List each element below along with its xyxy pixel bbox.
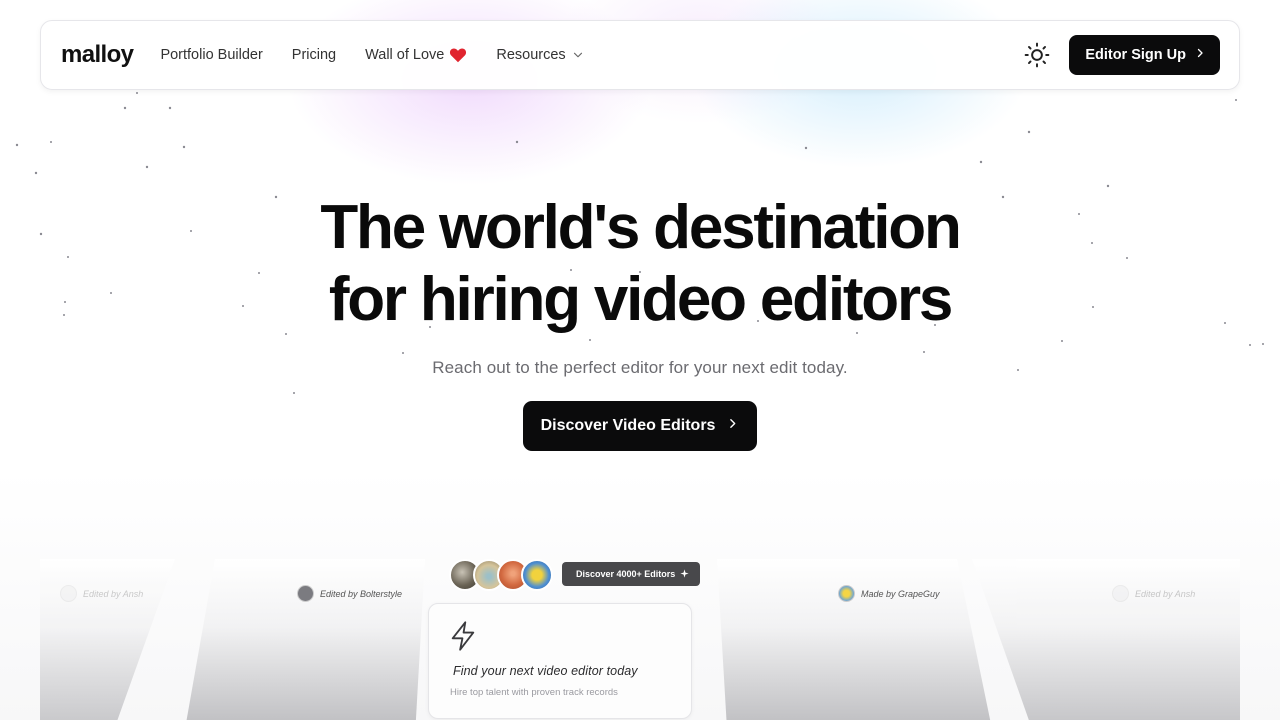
panel-credit: Edited by Bolterstyle (297, 585, 402, 602)
nav-link-label: Pricing (291, 47, 337, 63)
editor-sign-up-label: Editor Sign Up (1085, 47, 1186, 63)
find-editor-title: Find your next video editor today (453, 664, 638, 678)
chevron-right-icon (1194, 47, 1206, 63)
showcase-panel[interactable]: Made by GrapeGuy (717, 559, 992, 720)
avatar (60, 585, 77, 602)
showcase-panel[interactable]: Edited by Bolterstyle (185, 559, 425, 720)
heart-icon (449, 47, 467, 63)
find-editor-card[interactable]: Find your next video editor today Hire t… (428, 603, 692, 719)
panel-credit-label: Edited by Ansh (83, 588, 144, 599)
sun-icon[interactable] (1023, 41, 1051, 69)
discover-editors-badge[interactable]: Discover 4000+ Editors (562, 562, 701, 586)
avatar (521, 559, 553, 591)
editor-avatar-group (449, 559, 553, 591)
hero-title: The world's destination for hiring video… (0, 192, 1280, 336)
find-editor-subtitle: Hire top talent with proven track record… (450, 687, 618, 698)
panel-credit: Edited by Ansh (1112, 585, 1195, 602)
panel-credit: Made by GrapeGuy (838, 585, 940, 602)
avatar (838, 585, 855, 602)
chevron-right-icon (726, 417, 739, 435)
nav-link-label: Wall of Love (365, 47, 445, 63)
nav-link-portfolio-builder[interactable]: Portfolio Builder (160, 47, 262, 63)
showcase-panel[interactable]: Edited by Ansh (40, 559, 175, 720)
nav-link-label: Portfolio Builder (160, 47, 263, 63)
bolt-icon (449, 620, 477, 657)
panel-credit: Edited by Ansh (60, 585, 143, 602)
showcase-panel[interactable]: Edited by Ansh (972, 559, 1240, 720)
avatar (1112, 585, 1129, 602)
avatar (297, 585, 314, 602)
discover-video-editors-button[interactable]: Discover Video Editors (523, 401, 757, 451)
panel-credit-label: Edited by Ansh (1135, 588, 1196, 599)
discover-editors-label: Discover 4000+ Editors (576, 569, 676, 579)
editor-showcase: Edited by Ansh Edited by Bolterstyle Dis… (40, 555, 1240, 720)
showcase-center: Discover 4000+ Editors Find your next vi… (425, 555, 705, 720)
discover-video-editors-label: Discover Video Editors (540, 417, 716, 434)
hero-title-line-2: for hiring video editors (328, 265, 954, 334)
nav-link-label: Resources (496, 47, 566, 63)
hero-title-line-1: The world's destination (320, 193, 962, 262)
nav-link-wall-of-love[interactable]: Wall of Love (365, 47, 467, 63)
sparkle-icon (680, 568, 689, 580)
hero-subtitle: Reach out to the perfect editor for your… (432, 358, 848, 377)
chevron-down-icon (571, 48, 585, 62)
nav-link-pricing[interactable]: Pricing (292, 47, 336, 63)
panel-credit-label: Made by GrapeGuy (861, 588, 940, 599)
nav-dropdown-resources[interactable]: Resources (496, 47, 584, 63)
top-navbar: malloy Portfolio Builder Pricing Wall of… (40, 20, 1240, 90)
malloy-logo[interactable]: malloy (61, 41, 134, 69)
editor-sign-up-button[interactable]: Editor Sign Up (1069, 35, 1220, 75)
panel-credit-label: Edited by Bolterstyle (320, 588, 403, 599)
